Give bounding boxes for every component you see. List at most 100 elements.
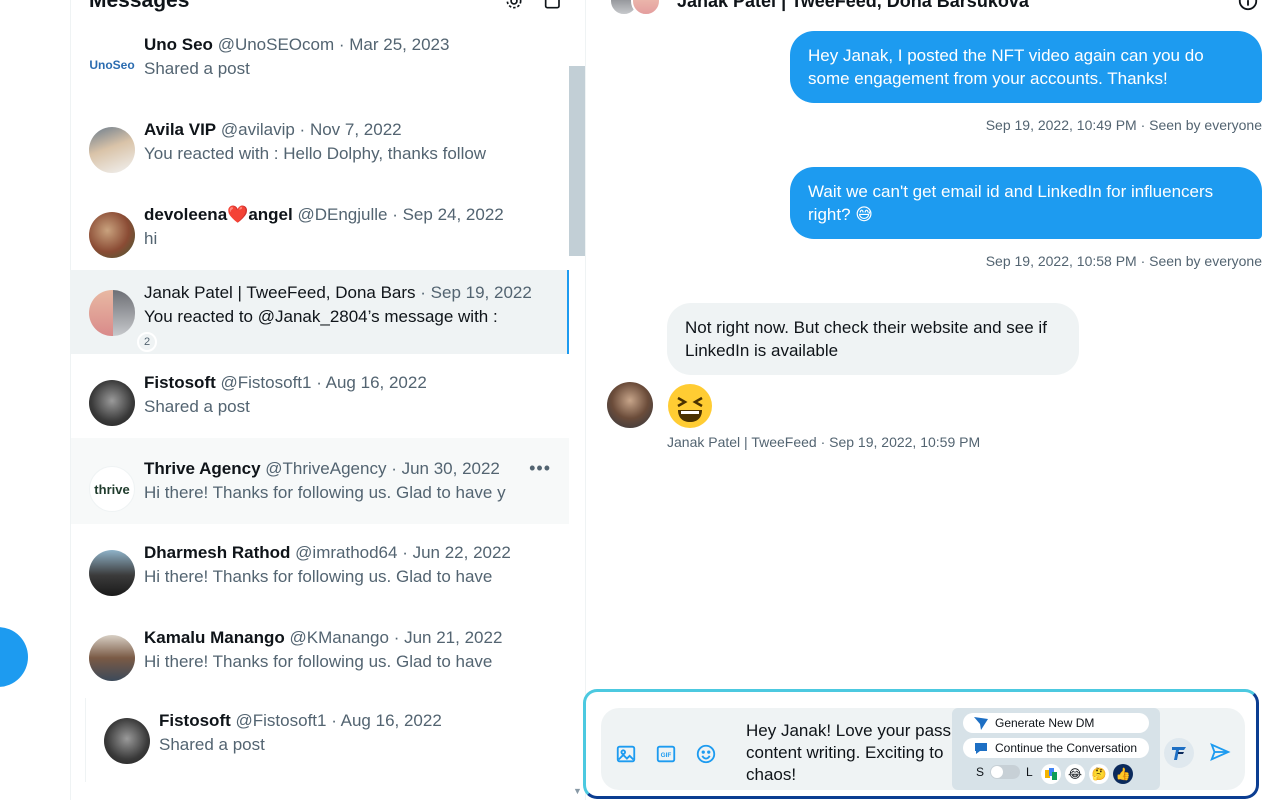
paper-plane-icon xyxy=(973,715,989,731)
sender-avatar[interactable] xyxy=(607,382,653,428)
outgoing-message[interactable]: Hey Janak, I posted the NFT video again … xyxy=(790,31,1262,103)
conversation-name: devoleena❤️angel xyxy=(144,205,293,224)
conversation-handle: @Fistosoft1 xyxy=(220,373,312,392)
scroll-down-arrow[interactable]: ▼ xyxy=(573,786,582,796)
conversation-item[interactable]: Avila VIP @avilavip · Nov 7, 2022 You re… xyxy=(71,107,569,191)
length-toggle[interactable] xyxy=(990,765,1021,779)
conversation-name: Dharmesh Rathod xyxy=(144,543,291,562)
conversation-name: Fistosoft xyxy=(159,711,231,730)
conversation-handle: @ThriveAgency xyxy=(265,459,387,478)
incoming-message[interactable]: Not right now. But check their website a… xyxy=(667,303,1079,375)
separator: · xyxy=(397,543,413,562)
generate-new-dm-button[interactable]: Generate New DM xyxy=(963,713,1149,733)
chat-header: Janak Patel | TweeFeed, Dona Barsukova xyxy=(609,0,1259,16)
conversation-preview: hi xyxy=(144,229,158,248)
conversation-item[interactable]: Kamalu Manango @KManango · Jun 21, 2022 … xyxy=(71,615,569,699)
conversation-preview: Hi there! Thanks for following us. Glad … xyxy=(144,652,493,671)
emoji-icon[interactable] xyxy=(695,743,717,765)
avatar-left xyxy=(89,290,113,336)
conversation-item[interactable]: UnoSeo Uno Seo @UnoSEOcom · Mar 25, 2023… xyxy=(71,22,569,106)
messages-list-panel: Messages ▼ UnoSeo Uno Seo @UnoSEOcom · M… xyxy=(70,0,586,800)
conversation-name: Uno Seo xyxy=(144,35,213,54)
conversation-panel: Janak Patel | TweeFeed, Dona Barsukova H… xyxy=(587,0,1280,800)
tweefeed-logo-icon[interactable] xyxy=(1164,738,1194,768)
separator: · xyxy=(415,283,431,302)
settings-icon[interactable] xyxy=(503,0,525,12)
avatar: UnoSeo xyxy=(89,42,135,88)
header-avatars[interactable] xyxy=(609,0,667,16)
thinking-tone-icon[interactable]: 🤔 xyxy=(1089,764,1109,784)
uno-seo-logo: UnoSeo xyxy=(89,58,135,72)
conversation-date: Mar 25, 2023 xyxy=(349,35,450,54)
avatar-right xyxy=(113,290,135,336)
scrollbar-thumb[interactable] xyxy=(569,66,585,256)
avatar xyxy=(89,550,135,596)
avatar xyxy=(631,0,661,16)
conversation-name: Thrive Agency xyxy=(144,459,261,478)
conversation-handle: @imrathod64 xyxy=(295,543,398,562)
thrive-logo: thrive xyxy=(94,481,130,497)
image-icon[interactable] xyxy=(615,743,637,765)
floating-compose-button[interactable] xyxy=(0,627,28,687)
toggle-short-label: S xyxy=(976,765,985,779)
conversation-preview: Hi there! Thanks for following us. Glad … xyxy=(144,567,493,586)
participant-count-badge: 2 xyxy=(137,332,157,352)
conversation-handle: @avilavip xyxy=(220,120,295,139)
conversation-name: Janak Patel | TweeFeed, Dona Bars xyxy=(144,283,416,302)
send-icon[interactable] xyxy=(1209,741,1231,763)
professional-tone-icon[interactable] xyxy=(1041,764,1061,784)
gif-icon[interactable]: GIF xyxy=(655,743,677,765)
conversation-preview: You reacted with : Hello Dolphy, thanks … xyxy=(144,144,487,163)
avatar: thrive xyxy=(89,466,135,512)
continue-conversation-button[interactable]: Continue the Conversation xyxy=(963,738,1149,758)
conversation-item[interactable]: Dharmesh Rathod @imrathod64 · Jun 22, 20… xyxy=(71,530,569,614)
separator: · xyxy=(326,711,341,730)
message-input[interactable]: Hey Janak! Love your passi content writi… xyxy=(746,720,952,786)
conversation-handle: @KManango xyxy=(289,628,389,647)
conversation-preview: Shared a post xyxy=(144,59,250,78)
laughing-tone-icon[interactable]: 😂 xyxy=(1065,764,1085,784)
svg-text:GIF: GIF xyxy=(661,752,672,759)
info-icon[interactable] xyxy=(1237,0,1259,12)
conversation-item-selected[interactable]: 2 Janak Patel | TweeFeed, Dona Bars · Se… xyxy=(71,270,569,354)
separator: · xyxy=(388,628,405,647)
conversation-handle: @Fistosoft1 xyxy=(235,711,327,730)
conversation-name: Fistosoft xyxy=(144,373,216,392)
conversation-item[interactable]: Fistosoft @Fistosoft1 · Aug 16, 2022 Sha… xyxy=(71,360,569,444)
conversation-date: Jun 22, 2022 xyxy=(412,543,511,562)
conversation-date: Nov 7, 2022 xyxy=(309,120,402,139)
conversation-preview: Shared a post xyxy=(159,735,265,754)
separator: · xyxy=(386,459,402,478)
messages-header: Messages xyxy=(89,0,569,16)
conversation-preview: Hi there! Thanks for following us. Glad … xyxy=(144,483,506,502)
conversation-date: Sep 24, 2022 xyxy=(402,205,504,224)
thumbs-up-tone-icon[interactable]: 👍 xyxy=(1113,764,1133,784)
conversation-preview: Shared a post xyxy=(144,397,250,416)
draft-line: chaos! xyxy=(746,765,797,784)
ai-assistant-panel: Generate New DM Continue the Conversatio… xyxy=(952,708,1160,790)
length-toggle-row: S L xyxy=(976,765,1033,779)
conversation-date: Aug 16, 2022 xyxy=(325,373,427,392)
separator: · xyxy=(334,35,350,54)
conversation-name: Avila VIP xyxy=(144,120,217,139)
conversation-item[interactable]: thrive Thrive Agency @ThriveAgency · Jun… xyxy=(71,438,569,524)
laughing-emoji-icon[interactable] xyxy=(667,383,713,429)
more-options-icon[interactable]: ••• xyxy=(529,458,551,479)
avatar xyxy=(89,380,135,426)
continue-conversation-label: Continue the Conversation xyxy=(995,741,1138,755)
outgoing-message[interactable]: Wait we can't get email id and LinkedIn … xyxy=(790,167,1262,239)
conversation-item[interactable]: devoleena❤️angel @DEngjulle · Sep 24, 20… xyxy=(71,192,569,276)
chat-title[interactable]: Janak Patel | TweeFeed, Dona Barsukova xyxy=(677,0,1029,12)
separator: · xyxy=(294,120,310,139)
conversation-preview: You reacted to @Janak_2804’s message wit… xyxy=(144,307,498,326)
conversation-date: Jun 30, 2022 xyxy=(401,459,500,478)
new-message-icon[interactable] xyxy=(543,0,565,12)
draft-line: content writing. Exciting to xyxy=(746,743,944,762)
avatar xyxy=(89,212,135,258)
generate-new-dm-label: Generate New DM xyxy=(995,716,1095,730)
separator: · xyxy=(311,373,326,392)
conversation-item[interactable]: Fistosoft @Fistosoft1 · Aug 16, 2022 Sha… xyxy=(85,698,569,782)
message-meta: Sep 19, 2022, 10:49 PM · Seen by everyon… xyxy=(985,117,1262,133)
messages-title: Messages xyxy=(89,0,190,12)
draft-line: Hey Janak! Love your passi xyxy=(746,721,952,740)
